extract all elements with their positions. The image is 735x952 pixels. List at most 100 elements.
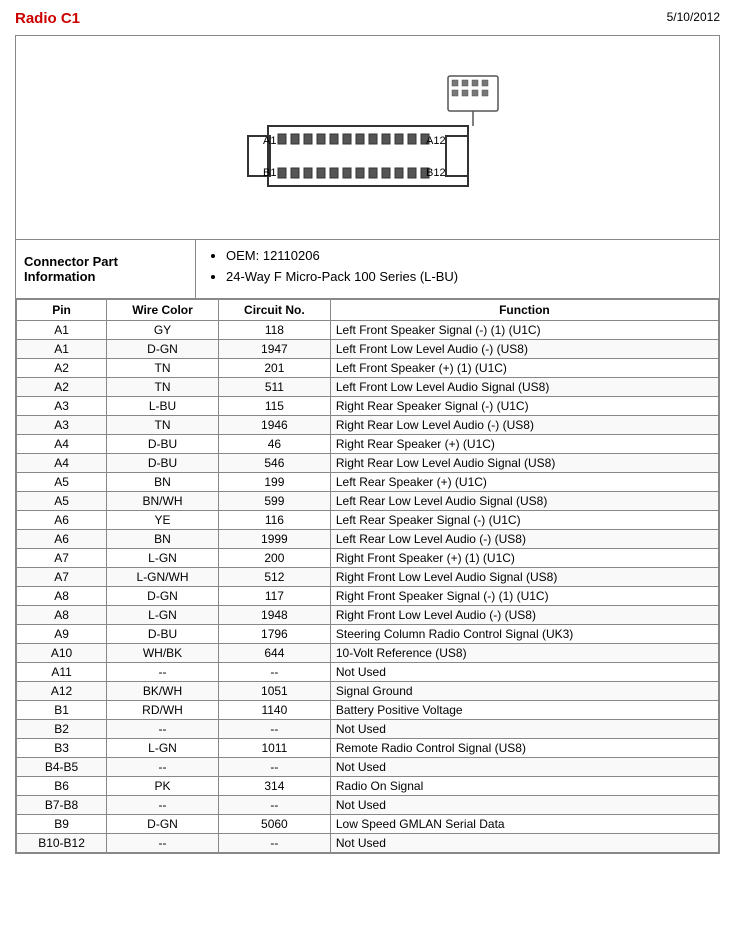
cell-12-0: A7 bbox=[17, 549, 107, 568]
col-pin: Pin bbox=[17, 300, 107, 321]
oem-info: OEM: 12110206 24-Way F Micro-Pack 100 Se… bbox=[196, 240, 719, 298]
connector-part-info-label: Connector Part Information bbox=[16, 240, 196, 298]
cell-5-0: A3 bbox=[17, 416, 107, 435]
svg-text:B12: B12 bbox=[426, 167, 446, 179]
cell-1-2: 1947 bbox=[218, 340, 330, 359]
cell-8-1: BN bbox=[107, 473, 219, 492]
cell-27-2: -- bbox=[218, 834, 330, 853]
cell-6-2: 46 bbox=[218, 435, 330, 454]
table-row: A1GY118Left Front Speaker Signal (-) (1)… bbox=[17, 321, 719, 340]
cell-16-0: A9 bbox=[17, 625, 107, 644]
cell-17-0: A10 bbox=[17, 644, 107, 663]
cell-14-1: D-GN bbox=[107, 587, 219, 606]
cell-7-3: Right Rear Low Level Audio Signal (US8) bbox=[330, 454, 718, 473]
table-row: B7-B8----Not Used bbox=[17, 796, 719, 815]
table-row: A2TN511Left Front Low Level Audio Signal… bbox=[17, 378, 719, 397]
cell-20-2: 1140 bbox=[218, 701, 330, 720]
cell-27-1: -- bbox=[107, 834, 219, 853]
page-title: Radio C1 bbox=[15, 10, 80, 27]
cell-1-1: D-GN bbox=[107, 340, 219, 359]
col-wire-color: Wire Color bbox=[107, 300, 219, 321]
table-row: A11----Not Used bbox=[17, 663, 719, 682]
cell-25-1: -- bbox=[107, 796, 219, 815]
cell-8-3: Left Rear Speaker (+) (U1C) bbox=[330, 473, 718, 492]
col-function: Function bbox=[330, 300, 718, 321]
page-date: 5/10/2012 bbox=[667, 10, 720, 24]
cell-17-2: 644 bbox=[218, 644, 330, 663]
cell-9-0: A5 bbox=[17, 492, 107, 511]
cell-23-0: B4-B5 bbox=[17, 758, 107, 777]
table-row: A4D-BU46Right Rear Speaker (+) (U1C) bbox=[17, 435, 719, 454]
table-row: A6BN1999Left Rear Low Level Audio (-) (U… bbox=[17, 530, 719, 549]
cell-15-3: Right Front Low Level Audio (-) (US8) bbox=[330, 606, 718, 625]
cell-4-0: A3 bbox=[17, 397, 107, 416]
table-row: A5BN/WH599Left Rear Low Level Audio Sign… bbox=[17, 492, 719, 511]
cell-25-3: Not Used bbox=[330, 796, 718, 815]
cell-25-2: -- bbox=[218, 796, 330, 815]
cell-17-3: 10-Volt Reference (US8) bbox=[330, 644, 718, 663]
table-row: A8D-GN117Right Front Speaker Signal (-) … bbox=[17, 587, 719, 606]
table-row: A8L-GN1948Right Front Low Level Audio (-… bbox=[17, 606, 719, 625]
cell-10-2: 116 bbox=[218, 511, 330, 530]
cell-2-0: A2 bbox=[17, 359, 107, 378]
cell-1-0: A1 bbox=[17, 340, 107, 359]
cell-24-0: B6 bbox=[17, 777, 107, 796]
info-section: Connector Part Information OEM: 12110206… bbox=[16, 240, 719, 299]
cell-18-3: Not Used bbox=[330, 663, 718, 682]
cell-27-3: Not Used bbox=[330, 834, 718, 853]
cell-3-3: Left Front Low Level Audio Signal (US8) bbox=[330, 378, 718, 397]
cell-26-0: B9 bbox=[17, 815, 107, 834]
cell-15-1: L-GN bbox=[107, 606, 219, 625]
cell-22-2: 1011 bbox=[218, 739, 330, 758]
cell-19-0: A12 bbox=[17, 682, 107, 701]
cell-6-0: A4 bbox=[17, 435, 107, 454]
cell-15-0: A8 bbox=[17, 606, 107, 625]
table-row: A7L-GN200Right Front Speaker (+) (1) (U1… bbox=[17, 549, 719, 568]
table-row: A3L-BU115Right Rear Speaker Signal (-) (… bbox=[17, 397, 719, 416]
svg-text:B1: B1 bbox=[263, 167, 276, 179]
cell-16-1: D-BU bbox=[107, 625, 219, 644]
cell-9-3: Left Rear Low Level Audio Signal (US8) bbox=[330, 492, 718, 511]
table-row: B1RD/WH1140Battery Positive Voltage bbox=[17, 701, 719, 720]
connector-diagram: A1 A12 B1 B12 bbox=[16, 36, 719, 240]
cell-4-2: 115 bbox=[218, 397, 330, 416]
cell-26-3: Low Speed GMLAN Serial Data bbox=[330, 815, 718, 834]
table-row: A2TN201Left Front Speaker (+) (1) (U1C) bbox=[17, 359, 719, 378]
cell-24-1: PK bbox=[107, 777, 219, 796]
cell-11-2: 1999 bbox=[218, 530, 330, 549]
cell-2-2: 201 bbox=[218, 359, 330, 378]
table-row: B4-B5----Not Used bbox=[17, 758, 719, 777]
cell-16-2: 1796 bbox=[218, 625, 330, 644]
cell-14-2: 117 bbox=[218, 587, 330, 606]
cell-27-0: B10-B12 bbox=[17, 834, 107, 853]
cell-7-2: 546 bbox=[218, 454, 330, 473]
table-row: A9D-BU1796Steering Column Radio Control … bbox=[17, 625, 719, 644]
cell-18-0: A11 bbox=[17, 663, 107, 682]
cell-20-3: Battery Positive Voltage bbox=[330, 701, 718, 720]
cell-26-2: 5060 bbox=[218, 815, 330, 834]
table-row: B3L-GN1011Remote Radio Control Signal (U… bbox=[17, 739, 719, 758]
cell-19-1: BK/WH bbox=[107, 682, 219, 701]
cell-25-0: B7-B8 bbox=[17, 796, 107, 815]
cell-7-0: A4 bbox=[17, 454, 107, 473]
table-row: B9D-GN5060Low Speed GMLAN Serial Data bbox=[17, 815, 719, 834]
cell-8-0: A5 bbox=[17, 473, 107, 492]
cell-19-3: Signal Ground bbox=[330, 682, 718, 701]
cell-21-1: -- bbox=[107, 720, 219, 739]
table-row: A6YE116Left Rear Speaker Signal (-) (U1C… bbox=[17, 511, 719, 530]
cell-21-0: B2 bbox=[17, 720, 107, 739]
cell-9-1: BN/WH bbox=[107, 492, 219, 511]
cell-0-0: A1 bbox=[17, 321, 107, 340]
table-row: B10-B12----Not Used bbox=[17, 834, 719, 853]
cell-10-1: YE bbox=[107, 511, 219, 530]
col-circuit-no: Circuit No. bbox=[218, 300, 330, 321]
table-row: A5BN199Left Rear Speaker (+) (U1C) bbox=[17, 473, 719, 492]
cell-13-0: A7 bbox=[17, 568, 107, 587]
table-row: B2----Not Used bbox=[17, 720, 719, 739]
series-info: 24-Way F Micro-Pack 100 Series (L-BU) bbox=[226, 269, 707, 284]
table-row: B6PK314Radio On Signal bbox=[17, 777, 719, 796]
cell-2-1: TN bbox=[107, 359, 219, 378]
cell-8-2: 199 bbox=[218, 473, 330, 492]
cell-12-1: L-GN bbox=[107, 549, 219, 568]
table-row: A10WH/BK64410-Volt Reference (US8) bbox=[17, 644, 719, 663]
